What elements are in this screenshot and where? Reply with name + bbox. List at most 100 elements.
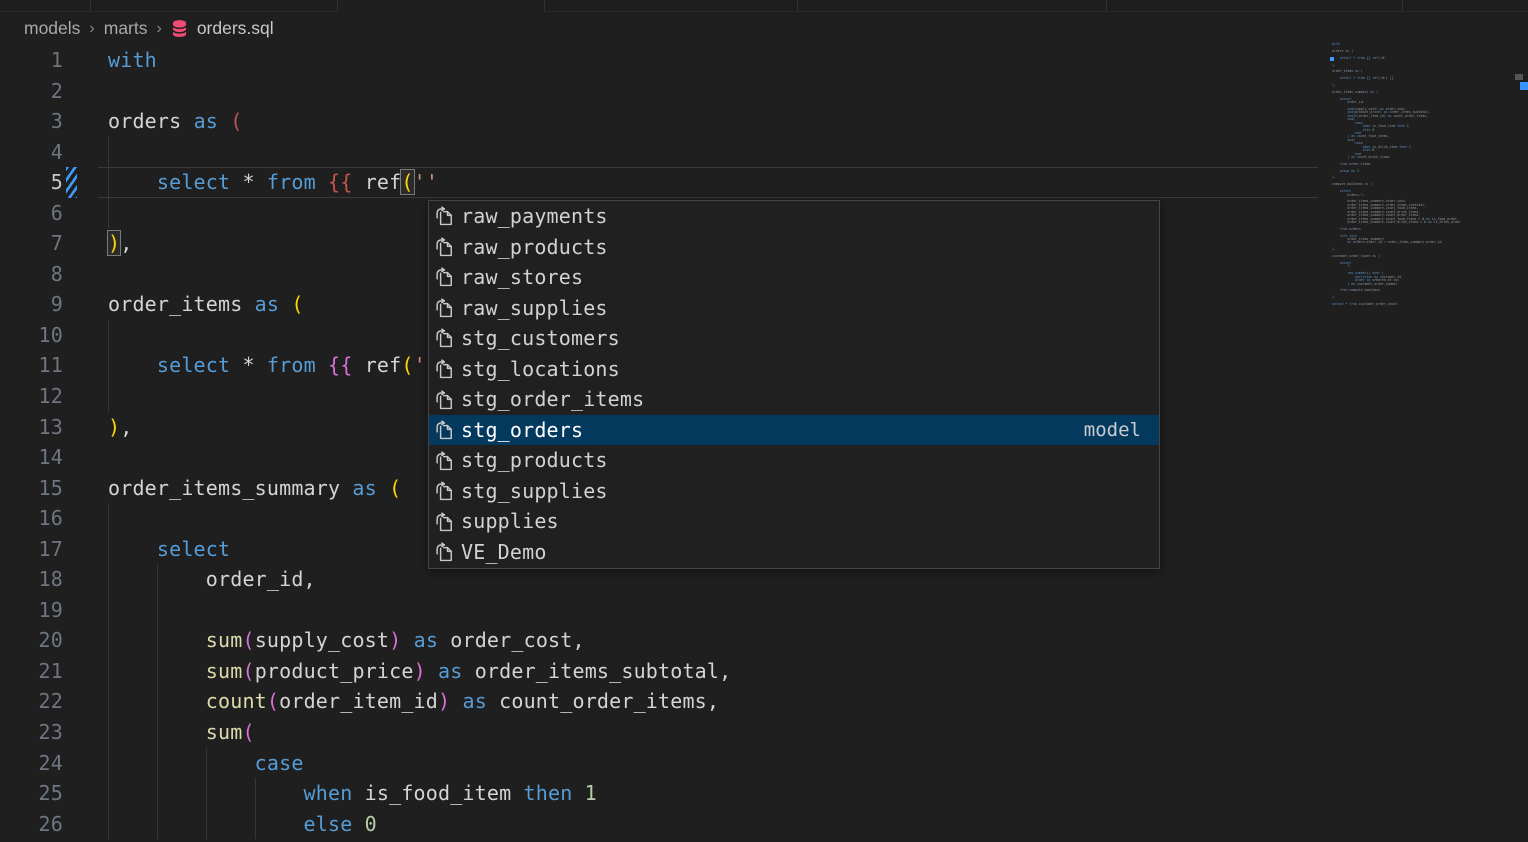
overview-ruler-mark	[1515, 74, 1523, 80]
code-line[interactable]: 3orders as (	[0, 106, 1528, 137]
suggest-widget: raw_payments raw_products raw_stores raw…	[428, 200, 1160, 569]
breadcrumb: models › marts › orders.sql	[0, 12, 1528, 45]
line-number[interactable]: 26	[0, 809, 63, 840]
line-number[interactable]: 20	[0, 625, 63, 656]
line-number[interactable]: 4	[0, 137, 63, 168]
suggest-item-label: supplies	[461, 506, 559, 537]
token: then	[524, 781, 585, 805]
code-line[interactable]: 5 select * from {{ ref(''	[0, 167, 1528, 198]
token	[108, 751, 255, 775]
line-number[interactable]: 24	[0, 748, 63, 779]
line-number[interactable]: 14	[0, 442, 63, 473]
token: (	[291, 292, 303, 316]
suggest-item[interactable]: raw_payments	[429, 201, 1159, 232]
code-line[interactable]: 20 sum(supply_cost) as order_cost,	[0, 625, 1528, 656]
suggest-item[interactable]: supplies	[429, 506, 1159, 537]
token: as	[194, 109, 231, 133]
code-line[interactable]: 18 order_id,	[0, 564, 1528, 595]
line-number[interactable]: 21	[0, 656, 63, 687]
model-file-icon	[434, 511, 456, 533]
breadcrumb-item-models[interactable]: models	[24, 18, 80, 39]
line-number[interactable]: 17	[0, 534, 63, 565]
line-number[interactable]: 16	[0, 503, 63, 534]
line-number[interactable]: 10	[0, 320, 63, 351]
line-number[interactable]: 19	[0, 595, 63, 626]
code-line[interactable]: 4	[0, 137, 1528, 168]
line-number[interactable]: 5	[0, 167, 63, 198]
suggest-item-label: VE_Demo	[461, 537, 547, 568]
token	[108, 353, 157, 377]
suggest-item[interactable]: raw_supplies	[429, 293, 1159, 324]
model-file-icon	[434, 327, 456, 349]
token: when	[304, 781, 365, 805]
code-line[interactable]: 2	[0, 76, 1528, 107]
minimap-modified-marker	[1330, 57, 1334, 61]
code-line[interactable]: 26 else 0	[0, 809, 1528, 840]
line-number[interactable]: 8	[0, 259, 63, 290]
suggest-item-label: stg_orders	[461, 415, 583, 446]
breadcrumb-item-file[interactable]: orders.sql	[197, 18, 274, 39]
suggest-item[interactable]: raw_products	[429, 232, 1159, 263]
suggest-item-label: stg_order_items	[461, 384, 644, 415]
line-number[interactable]: 3	[0, 106, 63, 137]
token: count	[206, 689, 267, 713]
code-text: when is_food_item then 1	[108, 778, 597, 809]
suggest-item[interactable]: stg_locations	[429, 354, 1159, 385]
code-line[interactable]: 19	[0, 595, 1528, 626]
token: as	[438, 659, 475, 683]
token	[401, 628, 413, 652]
token: (	[230, 109, 242, 133]
code-line[interactable]: 25 when is_food_item then 1	[0, 778, 1528, 809]
token	[108, 659, 206, 683]
suggest-item[interactable]: stg_orders model	[429, 415, 1159, 446]
code-line[interactable]: 22 count(order_item_id) as count_order_i…	[0, 686, 1528, 717]
code-line[interactable]: 23 sum(	[0, 717, 1528, 748]
model-file-icon	[434, 205, 456, 227]
code-line[interactable]: 1with	[0, 45, 1528, 76]
token: *	[242, 353, 266, 377]
code-text: order_items_summary as (	[108, 473, 401, 504]
suggest-item-label: stg_locations	[461, 354, 620, 385]
token: sum	[206, 720, 243, 744]
code-text: else 0	[108, 809, 377, 840]
token: (	[389, 476, 401, 500]
code-text: sum(	[108, 717, 255, 748]
line-number[interactable]: 13	[0, 412, 63, 443]
line-number[interactable]: 22	[0, 686, 63, 717]
token: as	[352, 476, 389, 500]
line-number[interactable]: 11	[0, 350, 63, 381]
suggest-item-detail: model	[1084, 419, 1141, 441]
code-line[interactable]: 21 sum(product_price) as order_items_sub…	[0, 656, 1528, 687]
line-number[interactable]: 23	[0, 717, 63, 748]
active-tab[interactable]	[337, 0, 544, 12]
line-number[interactable]: 18	[0, 564, 63, 595]
suggest-item[interactable]: stg_supplies	[429, 476, 1159, 507]
token: )	[414, 659, 426, 683]
suggest-item[interactable]: raw_stores	[429, 262, 1159, 293]
line-number[interactable]: 12	[0, 381, 63, 412]
breadcrumb-item-marts[interactable]: marts	[104, 18, 148, 39]
tab-bar[interactable]	[0, 0, 1528, 12]
suggest-item[interactable]: stg_order_items	[429, 384, 1159, 415]
suggest-item-label: raw_supplies	[461, 293, 608, 324]
model-file-icon	[434, 358, 456, 380]
token	[108, 567, 206, 591]
line-number[interactable]: 9	[0, 289, 63, 320]
code-text: select * from {{ ref(''	[108, 167, 438, 198]
suggest-item[interactable]: VE_Demo	[429, 537, 1159, 568]
model-file-icon	[434, 389, 456, 411]
line-number[interactable]: 2	[0, 76, 63, 107]
token: as	[414, 628, 451, 652]
minimap[interactable]: with orders as ( select * from {{ ref(‹0…	[1332, 43, 1510, 306]
line-number[interactable]: 1	[0, 45, 63, 76]
line-number[interactable]: 6	[0, 198, 63, 229]
overview-ruler-mark	[1520, 82, 1528, 90]
code-line[interactable]: 24 case	[0, 748, 1528, 779]
suggest-item[interactable]: stg_products	[429, 445, 1159, 476]
suggest-item[interactable]: stg_customers	[429, 323, 1159, 354]
line-number[interactable]: 15	[0, 473, 63, 504]
token: from	[267, 353, 328, 377]
token: order_cost,	[450, 628, 584, 652]
line-number[interactable]: 7	[0, 228, 63, 259]
line-number[interactable]: 25	[0, 778, 63, 809]
